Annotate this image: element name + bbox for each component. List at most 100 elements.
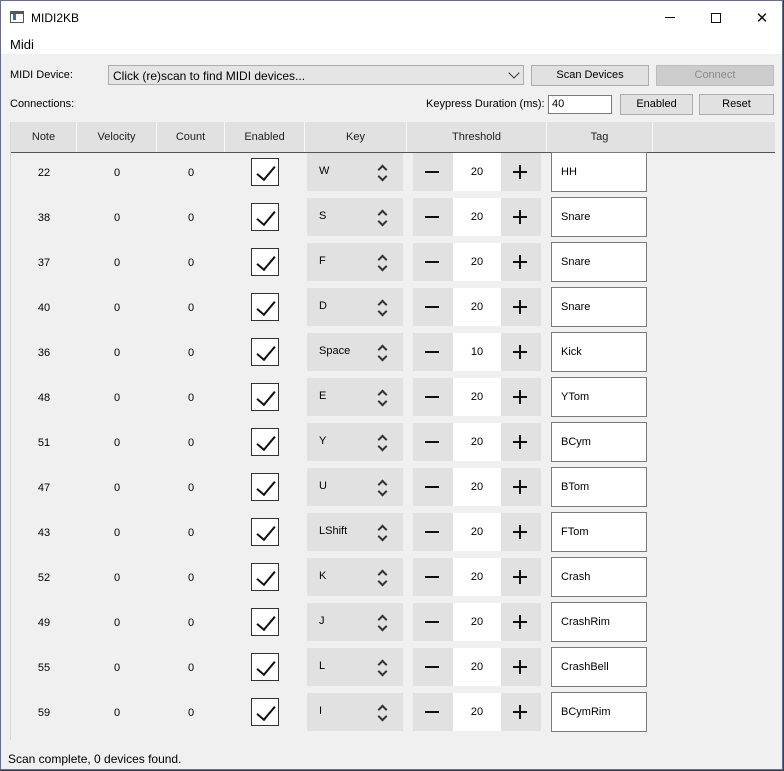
tag-input[interactable]: BCymRim <box>551 692 647 732</box>
threshold-value[interactable]: 20 <box>453 468 501 506</box>
enabled-checkbox[interactable] <box>251 563 279 591</box>
key-spinbox[interactable]: I <box>307 693 403 731</box>
enabled-checkbox[interactable] <box>251 518 279 546</box>
key-spinbox[interactable]: K <box>307 558 403 596</box>
plus-icon[interactable] <box>513 255 527 269</box>
plus-icon[interactable] <box>513 435 527 449</box>
tag-input[interactable]: CrashRim <box>551 602 647 642</box>
up-down-arrows-icon[interactable] <box>377 253 389 273</box>
key-spinbox[interactable]: LShift <box>307 513 403 551</box>
plus-icon[interactable] <box>513 480 527 494</box>
key-spinbox[interactable]: W <box>307 153 403 191</box>
minus-icon[interactable] <box>425 396 439 398</box>
key-spinbox[interactable]: F <box>307 243 403 281</box>
threshold-value[interactable]: 20 <box>453 648 501 686</box>
key-spinbox[interactable]: U <box>307 468 403 506</box>
plus-icon[interactable] <box>513 570 527 584</box>
key-spinbox[interactable]: Y <box>307 423 403 461</box>
up-down-arrows-icon[interactable] <box>377 433 389 453</box>
threshold-value[interactable]: 20 <box>453 243 501 281</box>
plus-icon[interactable] <box>513 165 527 179</box>
menu-midi[interactable]: Midi <box>10 37 34 52</box>
up-down-arrows-icon[interactable] <box>377 613 389 633</box>
tag-input[interactable]: Crash <box>551 557 647 597</box>
enabled-checkbox[interactable] <box>251 653 279 681</box>
header-enabled[interactable]: Enabled <box>225 122 305 152</box>
title-bar[interactable]: MIDI2KB ✕ <box>1 1 782 34</box>
header-tag[interactable]: Tag <box>547 122 653 152</box>
enabled-checkbox[interactable] <box>251 338 279 366</box>
scan-devices-button[interactable]: Scan Devices <box>531 65 649 86</box>
enabled-button[interactable]: Enabled <box>620 94 693 115</box>
tag-input[interactable]: Snare <box>551 197 647 237</box>
enabled-checkbox[interactable] <box>251 158 279 186</box>
header-velocity[interactable]: Velocity <box>77 122 157 152</box>
minus-icon[interactable] <box>425 576 439 578</box>
tag-input[interactable]: YTom <box>551 377 647 417</box>
enabled-checkbox[interactable] <box>251 383 279 411</box>
header-key[interactable]: Key <box>305 122 407 152</box>
tag-input[interactable]: HH <box>551 152 647 192</box>
midi-device-select[interactable]: Click (re)scan to find MIDI devices... <box>108 65 524 85</box>
plus-icon[interactable] <box>513 345 527 359</box>
maximize-button[interactable] <box>693 1 739 34</box>
keypress-duration-input[interactable]: 40 <box>548 95 612 114</box>
tag-input[interactable]: Snare <box>551 287 647 327</box>
up-down-arrows-icon[interactable] <box>377 388 389 408</box>
up-down-arrows-icon[interactable] <box>377 658 389 678</box>
threshold-value[interactable]: 20 <box>453 423 501 461</box>
minus-icon[interactable] <box>425 486 439 488</box>
minus-icon[interactable] <box>425 351 439 353</box>
plus-icon[interactable] <box>513 300 527 314</box>
tag-input[interactable]: FTom <box>551 512 647 552</box>
enabled-checkbox[interactable] <box>251 698 279 726</box>
minus-icon[interactable] <box>425 711 439 713</box>
up-down-arrows-icon[interactable] <box>377 343 389 363</box>
threshold-value[interactable]: 10 <box>453 333 501 371</box>
minimize-button[interactable] <box>647 1 693 34</box>
minus-icon[interactable] <box>425 216 439 218</box>
enabled-checkbox[interactable] <box>251 608 279 636</box>
minus-icon[interactable] <box>425 306 439 308</box>
threshold-value[interactable]: 20 <box>453 513 501 551</box>
minus-icon[interactable] <box>425 531 439 533</box>
close-button[interactable]: ✕ <box>739 1 784 34</box>
up-down-arrows-icon[interactable] <box>377 568 389 588</box>
plus-icon[interactable] <box>513 615 527 629</box>
minus-icon[interactable] <box>425 171 439 173</box>
enabled-checkbox[interactable] <box>251 203 279 231</box>
up-down-arrows-icon[interactable] <box>377 523 389 543</box>
reset-button[interactable]: Reset <box>699 94 774 115</box>
enabled-checkbox[interactable] <box>251 428 279 456</box>
plus-icon[interactable] <box>513 390 527 404</box>
threshold-value[interactable]: 20 <box>453 558 501 596</box>
key-spinbox[interactable]: Space <box>307 333 403 371</box>
enabled-checkbox[interactable] <box>251 473 279 501</box>
enabled-checkbox[interactable] <box>251 293 279 321</box>
threshold-value[interactable]: 20 <box>453 693 501 731</box>
plus-icon[interactable] <box>513 705 527 719</box>
key-spinbox[interactable]: D <box>307 288 403 326</box>
enabled-checkbox[interactable] <box>251 248 279 276</box>
key-spinbox[interactable]: E <box>307 378 403 416</box>
plus-icon[interactable] <box>513 660 527 674</box>
minus-icon[interactable] <box>425 621 439 623</box>
key-spinbox[interactable]: S <box>307 198 403 236</box>
threshold-value[interactable]: 20 <box>453 603 501 641</box>
tag-input[interactable]: BTom <box>551 467 647 507</box>
tag-input[interactable]: Snare <box>551 242 647 282</box>
plus-icon[interactable] <box>513 525 527 539</box>
up-down-arrows-icon[interactable] <box>377 208 389 228</box>
plus-icon[interactable] <box>513 210 527 224</box>
minus-icon[interactable] <box>425 666 439 668</box>
key-spinbox[interactable]: L <box>307 648 403 686</box>
threshold-value[interactable]: 20 <box>453 153 501 191</box>
connect-button[interactable]: Connect <box>656 65 774 86</box>
header-threshold[interactable]: Threshold <box>407 122 547 152</box>
minus-icon[interactable] <box>425 261 439 263</box>
threshold-value[interactable]: 20 <box>453 378 501 416</box>
header-note[interactable]: Note <box>11 122 77 152</box>
up-down-arrows-icon[interactable] <box>377 298 389 318</box>
up-down-arrows-icon[interactable] <box>377 163 389 183</box>
header-count[interactable]: Count <box>157 122 225 152</box>
